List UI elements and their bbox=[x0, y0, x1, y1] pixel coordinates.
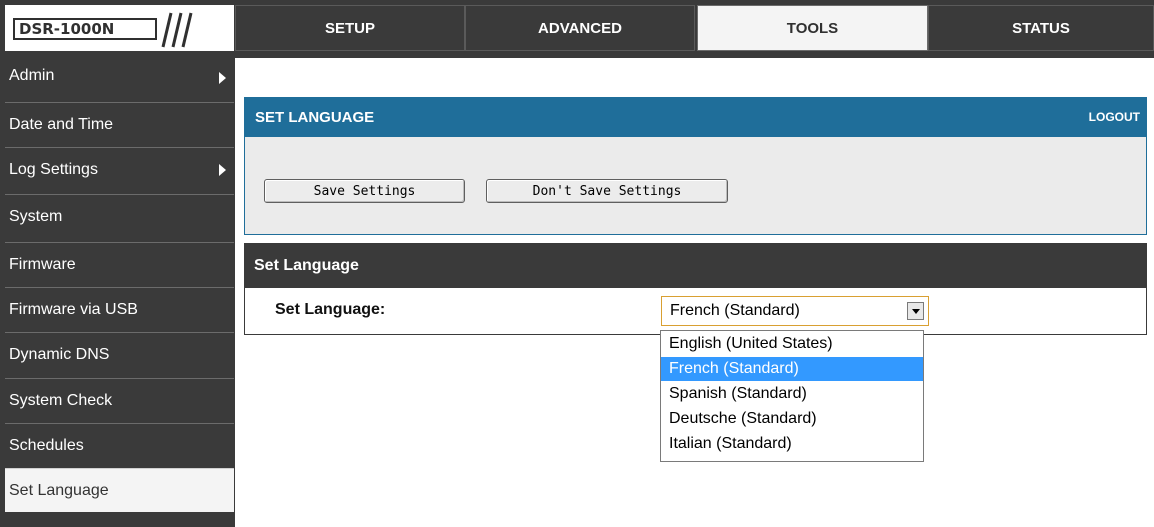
sidebar-item-set-language[interactable]: Set Language bbox=[5, 468, 234, 512]
language-option-deutsche[interactable]: Deutsche (Standard) bbox=[661, 407, 923, 431]
language-option-english[interactable]: English (United States) bbox=[661, 332, 923, 356]
panel-header: SET LANGUAGE LOGOUT bbox=[245, 98, 1146, 137]
section-title: Set Language bbox=[254, 257, 359, 274]
sidebar-item-label: Set Language bbox=[9, 482, 109, 499]
sidebar-item-label: System bbox=[9, 208, 63, 225]
language-option-french[interactable]: French (Standard) bbox=[661, 357, 923, 381]
logo-slashes-icon bbox=[161, 12, 193, 48]
sidebar-item-label: Date and Time bbox=[9, 116, 114, 133]
top-navigation-bar: DSR-1000N SETUP ADVANCED TOOLS STATUS bbox=[0, 0, 1154, 58]
section-header: Set Language bbox=[245, 244, 1146, 288]
language-field-label: Set Language: bbox=[275, 301, 386, 318]
language-select-value: French (Standard) bbox=[670, 302, 800, 319]
sidebar-item-label: Schedules bbox=[9, 437, 84, 454]
dont-save-settings-button[interactable]: Don't Save Settings bbox=[486, 179, 728, 203]
tab-advanced[interactable]: ADVANCED bbox=[465, 5, 695, 51]
sidebar-item-date-and-time[interactable]: Date and Time bbox=[5, 102, 234, 146]
sidebar-item-label: Log Settings bbox=[9, 161, 98, 178]
language-dropdown-list: English (United States) French (Standard… bbox=[660, 330, 924, 462]
sidebar-item-admin[interactable]: Admin bbox=[5, 58, 234, 98]
sidebar-item-firmware[interactable]: Firmware bbox=[5, 242, 234, 286]
sidebar-item-schedules[interactable]: Schedules bbox=[5, 423, 234, 467]
tab-tools[interactable]: TOOLS bbox=[697, 5, 928, 51]
panel-title: SET LANGUAGE bbox=[255, 109, 375, 126]
sidebar-item-label: System Check bbox=[9, 392, 113, 409]
language-option-spanish[interactable]: Spanish (Standard) bbox=[661, 382, 923, 406]
logout-link[interactable]: LOGOUT bbox=[1089, 98, 1140, 137]
language-option-italian[interactable]: Italian (Standard) bbox=[661, 432, 923, 456]
language-section: Set Language Set Language: French (Stand… bbox=[244, 243, 1147, 335]
tab-setup[interactable]: SETUP bbox=[235, 5, 465, 51]
sidebar-item-system-check[interactable]: System Check bbox=[5, 378, 234, 422]
submenu-arrow-icon bbox=[219, 163, 226, 176]
submenu-arrow-icon bbox=[219, 72, 226, 84]
tab-status[interactable]: STATUS bbox=[928, 5, 1154, 51]
brand-area: DSR-1000N bbox=[5, 5, 234, 51]
sidebar-item-firmware-via-usb[interactable]: Firmware via USB bbox=[5, 287, 234, 331]
sidebar: Admin Date and Time Log Settings System … bbox=[0, 58, 235, 527]
sidebar-item-label: Dynamic DNS bbox=[9, 346, 110, 363]
sidebar-item-log-settings[interactable]: Log Settings bbox=[5, 147, 234, 191]
dropdown-arrow-icon[interactable] bbox=[907, 302, 924, 320]
save-settings-button[interactable]: Save Settings bbox=[264, 179, 465, 203]
model-name: DSR-1000N bbox=[13, 18, 157, 40]
sidebar-item-label: Admin bbox=[9, 67, 55, 84]
sidebar-item-dynamic-dns[interactable]: Dynamic DNS bbox=[5, 332, 234, 376]
sidebar-item-system[interactable]: System bbox=[5, 194, 234, 238]
language-select[interactable]: French (Standard) bbox=[661, 296, 929, 326]
sidebar-item-label: Firmware via USB bbox=[9, 301, 138, 318]
set-language-panel: SET LANGUAGE LOGOUT Save Settings Don't … bbox=[244, 97, 1147, 235]
sidebar-item-label: Firmware bbox=[9, 256, 76, 273]
